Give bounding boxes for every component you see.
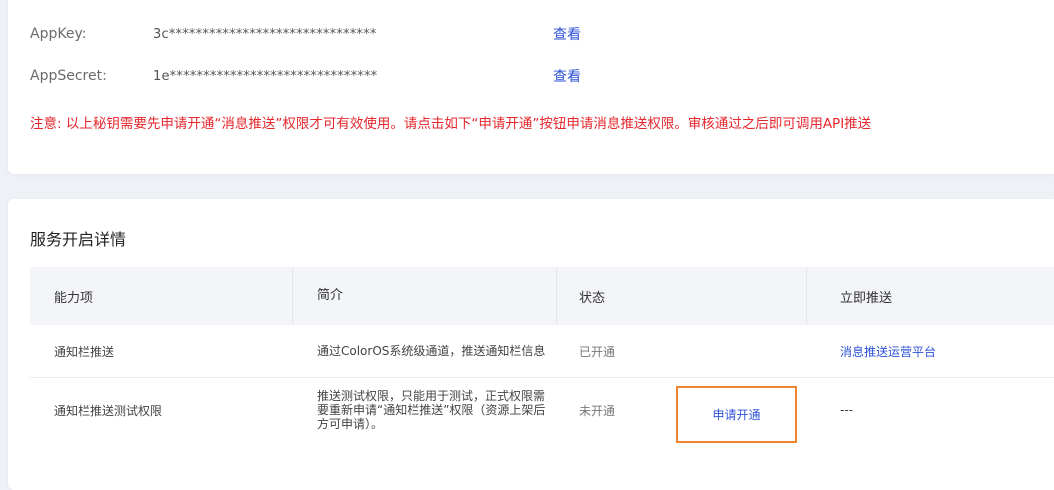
appsecret-value: 1e******************************* bbox=[153, 68, 378, 84]
column-header-description: 简介 bbox=[317, 288, 344, 303]
services-table: 能力项 简介 状态 立即推送 通知栏推送 通过ColorOS系统级通道，推送通知… bbox=[30, 267, 1054, 443]
appkey-value: 3c******************************* bbox=[153, 26, 377, 42]
section-title: 服务开启详情 bbox=[30, 230, 127, 249]
appkey-row: AppKey: 3c******************************… bbox=[30, 24, 581, 44]
push-placeholder: --- bbox=[840, 403, 853, 417]
row-status: 未开通 申请开通 bbox=[556, 385, 806, 443]
column-divider bbox=[556, 267, 557, 325]
row-description: 通过ColorOS系统级通道，推送通知栏信息 bbox=[317, 344, 546, 358]
table-row: 通知栏推送测试权限 推送测试权限，只能用于测试，正式权限需要重新申请“通知栏推送… bbox=[30, 378, 1054, 443]
table-header: 能力项 简介 状态 立即推送 bbox=[30, 267, 1054, 325]
row-push: --- bbox=[806, 403, 1054, 417]
column-header-status: 状态 bbox=[579, 290, 606, 306]
appsecret-label: AppSecret: bbox=[30, 68, 107, 84]
row-push: 消息推送运营平台 bbox=[806, 343, 1054, 360]
appkey-label: AppKey: bbox=[30, 26, 87, 42]
column-divider bbox=[806, 267, 807, 325]
push-platform-link[interactable]: 消息推送运营平台 bbox=[840, 345, 936, 359]
credentials-card: AppKey: 3c******************************… bbox=[8, 0, 1054, 174]
row-capability: 通知栏推送 bbox=[54, 344, 115, 359]
column-header-capability: 能力项 bbox=[54, 290, 94, 306]
table-row: 通知栏推送 通过ColorOS系统级通道，推送通知栏信息 已开通 消息推送运营平… bbox=[30, 325, 1054, 378]
permission-notice: 注意: 以上秘钥需要先申请开通“消息推送”权限才可有效使用。请点击如下“申请开通… bbox=[30, 116, 872, 132]
appkey-view-link[interactable]: 查看 bbox=[553, 24, 581, 44]
status-text: 已开通 bbox=[579, 344, 616, 359]
column-divider bbox=[292, 267, 293, 325]
appsecret-row: AppSecret: 1e***************************… bbox=[30, 66, 581, 86]
status-text: 未开通 bbox=[579, 403, 616, 418]
row-capability: 通知栏推送测试权限 bbox=[54, 403, 163, 418]
row-status: 已开通 bbox=[556, 343, 806, 360]
row-description: 推送测试权限，只能用于测试，正式权限需要重新申请“通知栏推送”权限（资源上架后方… bbox=[317, 389, 546, 431]
column-header-push: 立即推送 bbox=[840, 290, 893, 306]
services-card: 服务开启详情 能力项 简介 状态 立即推送 通知栏推送 通过ColorOS系统级… bbox=[8, 199, 1054, 490]
apply-button[interactable]: 申请开通 bbox=[676, 385, 797, 443]
appsecret-view-link[interactable]: 查看 bbox=[553, 66, 581, 86]
